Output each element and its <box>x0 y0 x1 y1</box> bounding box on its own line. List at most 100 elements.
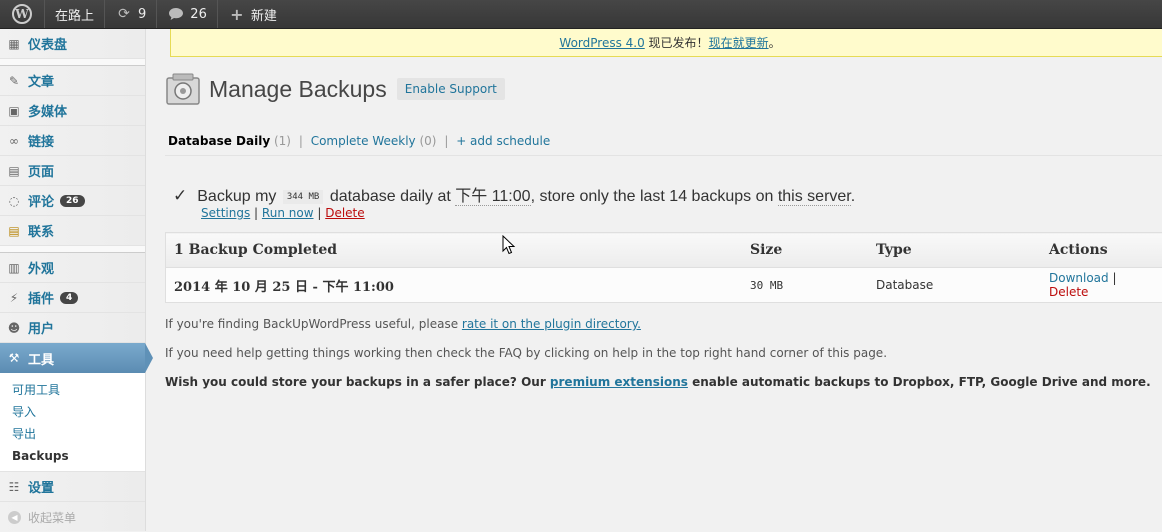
schedule-text: Backup my <box>197 188 276 205</box>
backup-tools-icon <box>165 72 201 106</box>
backup-type: Database <box>868 268 1041 303</box>
menu-label: 页面 <box>28 161 54 180</box>
appearance-icon: ▥ <box>6 260 22 276</box>
menu-tools[interactable]: ⚒ 工具 <box>0 343 145 373</box>
link-separator: | <box>317 206 321 220</box>
column-completed: 1 Backup Completed <box>166 233 743 268</box>
notice-text: 现已发布！ <box>645 36 709 50</box>
plugins-badge: 4 <box>60 292 78 304</box>
updates-link[interactable]: ⟳ 9 <box>105 0 157 28</box>
submenu-available-tools[interactable]: 可用工具 <box>0 379 145 401</box>
menu-label: 外观 <box>28 258 54 277</box>
mouse-cursor-icon <box>502 235 516 255</box>
menu-label: 用户 <box>28 318 54 337</box>
page-title: Manage Backups <box>209 76 387 103</box>
site-name: 在路上 <box>55 5 94 24</box>
comments-badge: 26 <box>60 195 85 207</box>
delete-schedule-link[interactable]: Delete <box>325 206 364 220</box>
table-header-row: 1 Backup Completed Size Type Actions <box>166 233 1162 268</box>
backups-table: 1 Backup Completed Size Type Actions 201… <box>165 232 1162 303</box>
wordpress-logo-icon: W <box>12 4 32 24</box>
menu-label: 工具 <box>28 349 54 368</box>
comment-bubble-icon <box>167 5 185 23</box>
notice-end: 。 <box>769 36 781 50</box>
settings-icon: ☷ <box>6 479 22 495</box>
comments-count: 26 <box>190 7 207 22</box>
submenu-backups[interactable]: Backups <box>0 445 145 467</box>
rate-plugin-paragraph: If you're finding BackUpWordPress useful… <box>165 317 641 331</box>
menu-plugins[interactable]: ⚡ 插件 4 <box>0 283 145 313</box>
new-label: 新建 <box>251 5 277 24</box>
premium-extensions-link[interactable]: premium extensions <box>550 375 688 389</box>
enable-support-button[interactable]: Enable Support <box>397 78 505 100</box>
menu-label: 插件 <box>28 288 54 307</box>
menu-posts[interactable]: ✎文章 <box>0 66 145 96</box>
schedule-text: database daily at <box>330 188 451 205</box>
submenu-export[interactable]: 导出 <box>0 423 145 445</box>
menu-media[interactable]: ▣ 多媒体 <box>0 96 145 126</box>
refresh-icon: ⟳ <box>115 5 133 23</box>
link-icon: ∞ <box>6 133 22 149</box>
wordpress-version-link[interactable]: WordPress 4.0 <box>559 36 644 50</box>
schedule-description: ✓Backup my 344 MB database daily at 下午 1… <box>173 182 855 206</box>
updates-count: 9 <box>138 7 146 22</box>
menu-users[interactable]: ☻用户 <box>0 313 145 343</box>
collapse-arrow-icon: ◀ <box>8 511 21 524</box>
schedule-text: . <box>851 188 855 205</box>
contact-icon: ▤ <box>6 223 22 239</box>
comment-icon: ◌ <box>6 193 22 209</box>
new-content-link[interactable]: + 新建 <box>218 0 287 28</box>
menu-contact[interactable]: ▤联系 <box>0 216 145 246</box>
tab-complete-weekly[interactable]: Complete Weekly <box>311 134 416 148</box>
premium-paragraph: Wish you could store your backups in a s… <box>165 375 1151 389</box>
menu-links[interactable]: ∞链接 <box>0 126 145 156</box>
menu-label: 评论 <box>28 191 54 210</box>
schedule-destination[interactable]: this server <box>778 188 851 206</box>
plugin-icon: ⚡ <box>6 290 22 306</box>
schedule-time[interactable]: 下午 11:00 <box>455 188 530 206</box>
comments-link[interactable]: 26 <box>157 0 218 28</box>
site-name-link[interactable]: 在路上 <box>45 0 105 28</box>
run-now-link[interactable]: Run now <box>262 206 314 220</box>
menu-separator <box>0 246 145 253</box>
tab-separator: | <box>444 134 448 148</box>
pin-icon: ✎ <box>6 73 22 89</box>
page-icon: ▤ <box>6 163 22 179</box>
submenu-import[interactable]: 导入 <box>0 401 145 423</box>
menu-comments[interactable]: ◌ 评论 26 <box>0 186 145 216</box>
menu-dashboard[interactable]: ▦ 仪表盘 <box>0 29 145 59</box>
add-schedule-link[interactable]: + add schedule <box>456 134 550 148</box>
menu-pages[interactable]: ▤ 页面 <box>0 156 145 186</box>
column-type: Type <box>868 233 1041 268</box>
menu-settings[interactable]: ☷ 设置 <box>0 472 145 502</box>
dashboard-icon: ▦ <box>6 36 22 52</box>
menu-separator <box>0 59 145 66</box>
menu-appearance[interactable]: ▥ 外观 <box>0 253 145 283</box>
paragraph-text: Wish you could store your backups in a s… <box>165 375 550 389</box>
tab-separator: | <box>299 134 303 148</box>
update-now-link[interactable]: 现在就更新 <box>709 36 769 50</box>
tools-icon: ⚒ <box>6 350 22 366</box>
media-icon: ▣ <box>6 103 22 119</box>
menu-label: 仪表盘 <box>28 34 67 53</box>
paragraph-text: enable automatic backups to Dropbox, FTP… <box>688 375 1151 389</box>
tab-complete-weekly-count: (0) <box>419 134 436 148</box>
download-backup-link[interactable]: Download <box>1049 271 1109 285</box>
backup-date: 2014 年 10 月 25 日 - 下午 11:00 <box>166 268 743 303</box>
delete-backup-link[interactable]: Delete <box>1049 285 1088 299</box>
settings-link[interactable]: Settings <box>201 206 250 220</box>
action-separator: | <box>1112 271 1116 285</box>
menu-label: 设置 <box>28 477 54 496</box>
checkmark-icon: ✓ <box>173 186 187 205</box>
menu-label: 多媒体 <box>28 101 67 120</box>
backup-size: 30 MB <box>742 268 868 303</box>
table-row: 2014 年 10 月 25 日 - 下午 11:00 30 MB Databa… <box>166 268 1162 303</box>
tab-database-daily[interactable]: Database Daily <box>168 134 270 148</box>
column-size: Size <box>742 233 868 268</box>
rate-plugin-link[interactable]: rate it on the plugin directory. <box>462 317 641 331</box>
schedule-actions: Settings | Run now | Delete <box>201 206 365 220</box>
help-paragraph: If you need help getting things working … <box>165 346 887 360</box>
wp-logo-menu[interactable]: W <box>0 0 45 28</box>
collapse-label: 收起菜单 <box>28 509 76 526</box>
collapse-menu[interactable]: ◀ 收起菜单 <box>0 502 145 532</box>
